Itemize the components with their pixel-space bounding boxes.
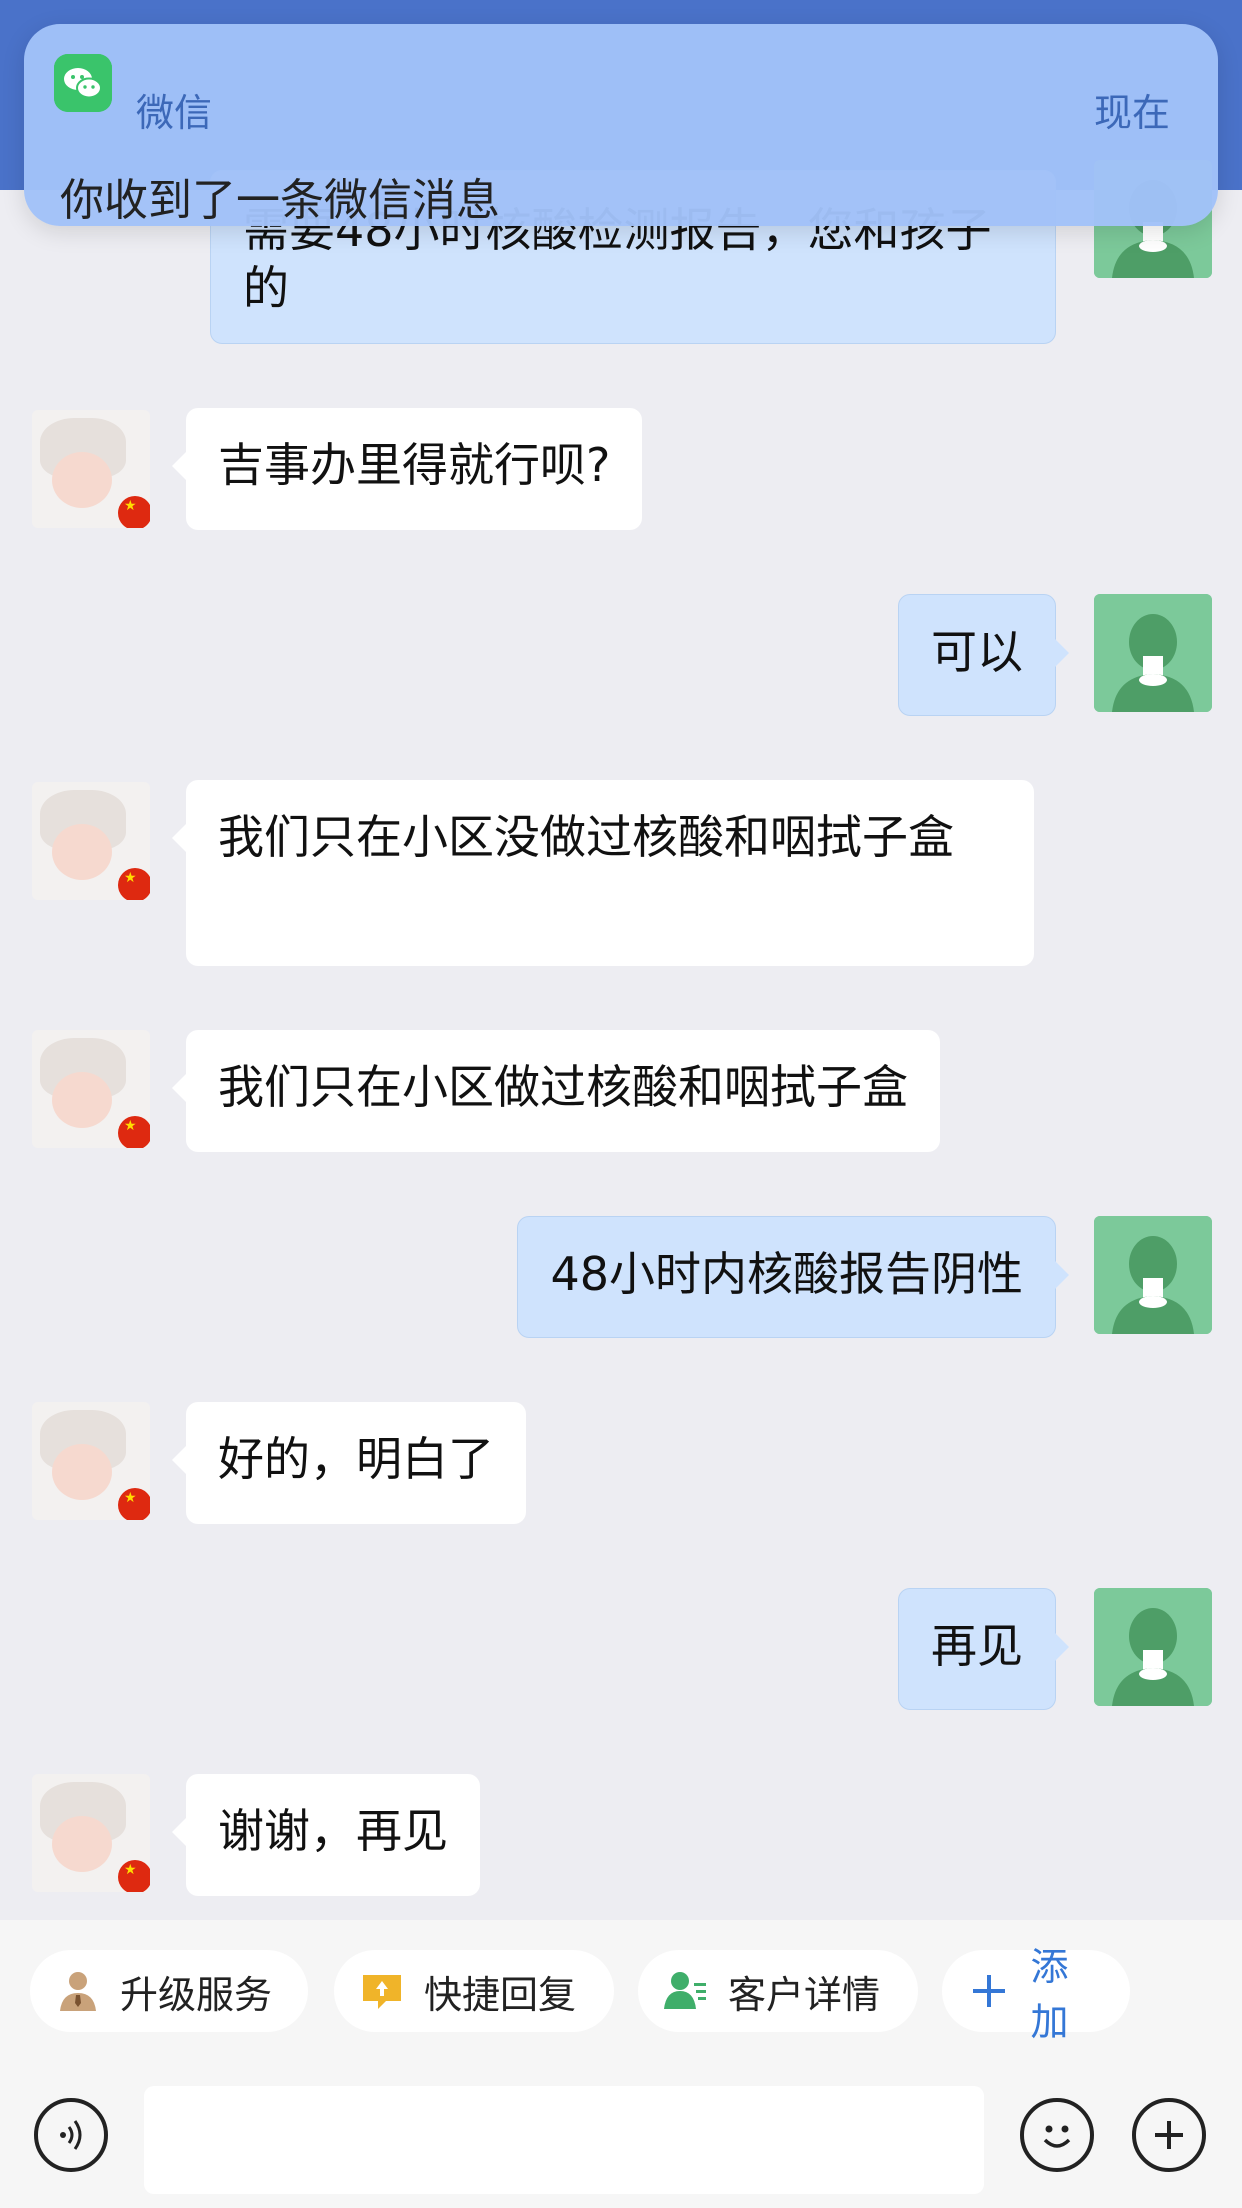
notification-banner[interactable]: 微信 现在 你收到了一条微信消息 <box>24 24 1218 226</box>
message-text: 好的，明白了 <box>218 1432 494 1486</box>
quick-reply-chip[interactable]: 快捷回复 <box>334 1950 614 2032</box>
contact-avatar[interactable]: ★ <box>32 1030 150 1148</box>
message-text: 再见 <box>931 1619 1023 1673</box>
message-text: 吉事办里得就行呗? <box>218 438 611 492</box>
message-text: 48小时内核酸报告阴性 <box>550 1247 1023 1301</box>
my-avatar[interactable] <box>1094 1216 1212 1334</box>
user-silhouette-icon <box>1094 1588 1212 1706</box>
wechat-icon <box>54 54 112 112</box>
contact-avatar[interactable]: ★ <box>32 1402 150 1520</box>
message-bubble-theirs[interactable]: 我们只在小区没做过核酸和咽拭子盒 <box>172 780 1034 966</box>
message-bubble-mine[interactable]: 可以 <box>898 594 1069 716</box>
message-bubble-theirs[interactable]: 吉事办里得就行呗? <box>171 408 643 530</box>
plus-circle-icon <box>1155 2121 1183 2149</box>
input-row <box>0 2068 1242 2208</box>
my-avatar[interactable] <box>1094 594 1212 712</box>
upgrade-service-chip[interactable]: 升级服务 <box>30 1950 308 2032</box>
voice-icon <box>60 2120 82 2150</box>
chip-label: 客户详情 <box>728 1972 881 2017</box>
message-bubble-mine[interactable]: 48小时内核酸报告阴性 <box>517 1216 1069 1338</box>
notification-time: 现在 <box>1093 91 1170 135</box>
message-bubble-theirs[interactable]: 好的，明白了 <box>172 1402 526 1524</box>
emoji-button[interactable] <box>1020 2098 1094 2172</box>
more-button[interactable] <box>1132 2098 1206 2172</box>
voice-button[interactable] <box>34 2098 108 2172</box>
message-text: 我们只在小区做过核酸和咽拭子盒 <box>218 1060 908 1114</box>
message-text: 谢谢，再见 <box>218 1804 448 1858</box>
notification-app-name: 微信 <box>136 91 213 135</box>
customer-details-chip[interactable]: 客户详情 <box>638 1950 918 2032</box>
message-text: 可以 <box>931 625 1023 679</box>
message-input[interactable] <box>144 2086 984 2194</box>
chat-area[interactable]: 需要48小时核酸检测报告，您和孩子的 ★ 吉事办里得就行呗? 可以 ★ 我们只在… <box>0 0 1242 1920</box>
notification-message: 你收到了一条微信消息 <box>60 175 500 226</box>
user-silhouette-icon <box>1094 1216 1212 1334</box>
add-chip[interactable]: 添加 <box>942 1945 1130 2044</box>
plus-icon <box>966 1967 1012 2015</box>
emoji-icon <box>1043 2125 1071 2148</box>
chip-label: 快捷回复 <box>424 1972 577 2017</box>
message-bubble-theirs[interactable]: 谢谢，再见 <box>172 1774 480 1896</box>
customer-detail-icon <box>662 1967 710 2015</box>
my-avatar[interactable] <box>1094 1588 1212 1706</box>
contact-avatar[interactable]: ★ <box>32 410 150 528</box>
bottom-toolbar: 升级服务 快捷回复 客户详情 添加 <box>0 1920 1242 2208</box>
message-bubble-mine[interactable]: 再见 <box>898 1588 1069 1710</box>
message-text: 我们只在小区没做过核酸和咽拭子盒 <box>218 810 954 864</box>
contact-avatar[interactable]: ★ <box>32 782 150 900</box>
contact-avatar[interactable]: ★ <box>32 1774 150 1892</box>
chip-label: 添加 <box>1030 1945 1069 2044</box>
quick-reply-icon <box>358 1967 406 2015</box>
person-tie-icon <box>54 1967 102 2015</box>
message-bubble-theirs[interactable]: 我们只在小区做过核酸和咽拭子盒 <box>172 1030 940 1152</box>
chip-label: 升级服务 <box>120 1972 273 2017</box>
user-silhouette-icon <box>1094 594 1212 712</box>
